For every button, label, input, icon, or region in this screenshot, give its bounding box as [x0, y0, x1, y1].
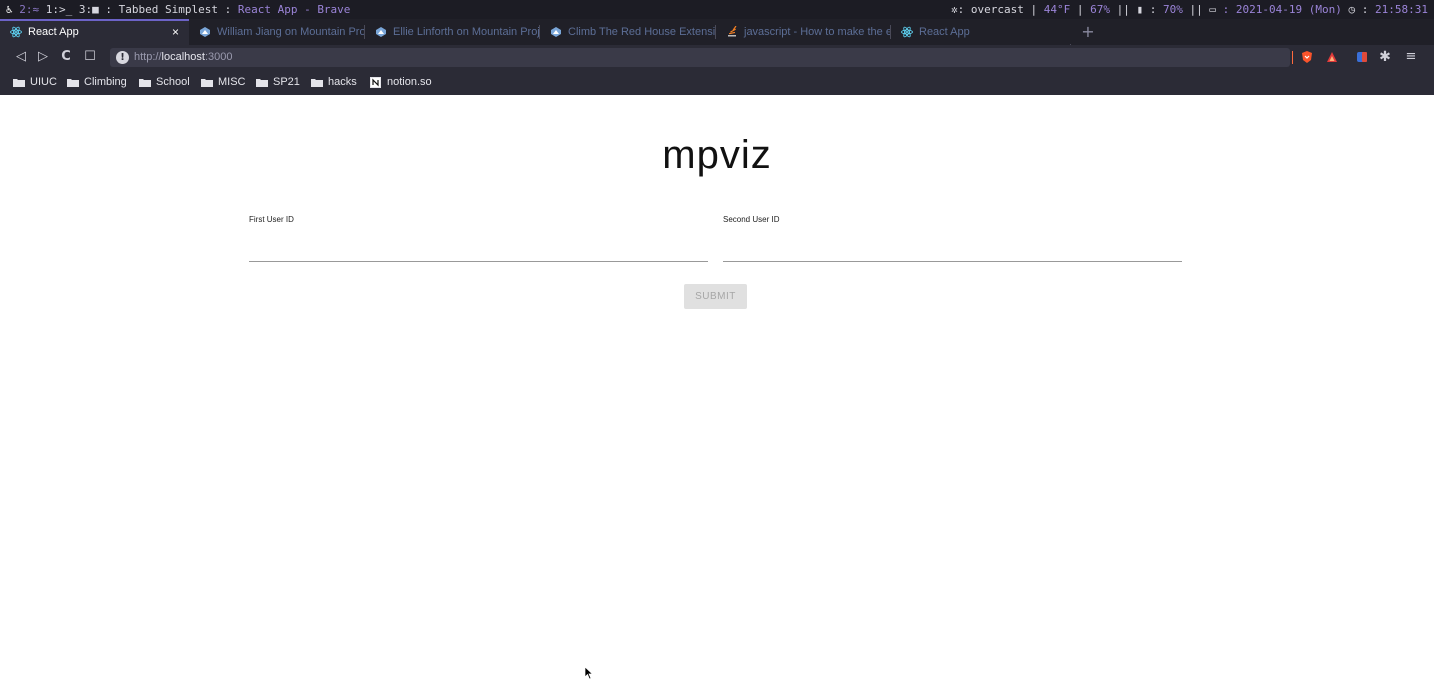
page-title: mpviz: [662, 133, 772, 177]
tab-label: React App: [919, 26, 970, 38]
tab-javascript-so[interactable]: javascript - How to make the e: [716, 19, 891, 45]
tab-label: Ellie Linforth on Mountain Projec: [393, 26, 540, 38]
tab-william-jiang[interactable]: William Jiang on Mountain Proje: [189, 19, 365, 45]
tab-label: javascript - How to make the e: [744, 26, 891, 38]
forward-button[interactable]: ▷: [34, 48, 52, 66]
new-tab-button[interactable]: +: [1078, 19, 1098, 45]
bookmark-climbing[interactable]: Climbing: [67, 70, 127, 95]
bookmark-notion[interactable]: notion.so: [370, 70, 432, 95]
workspace-logo[interactable]: ♿: [6, 3, 13, 16]
bookmark-school[interactable]: School: [139, 70, 190, 95]
browser-toolbar: ◁ ▷ C ☐ ! http://localhost:3000 ✱ ≡: [0, 45, 1434, 70]
tab-climb-red-house[interactable]: Climb The Red House Extension: [540, 19, 716, 45]
tab-label: React App: [28, 26, 79, 38]
bookmark-sp21[interactable]: SP21: [256, 70, 300, 95]
first-user-id-label: First User ID: [249, 215, 294, 224]
time: 21:58:31: [1375, 3, 1428, 16]
mountain-project-icon: [376, 27, 386, 37]
terminal-icon: ■: [92, 3, 99, 16]
battery-icon: ▮: [1136, 3, 1144, 16]
window-title: React App - Brave: [237, 3, 351, 16]
tab-label: William Jiang on Mountain Proje: [217, 26, 365, 38]
time-label: :: [1361, 3, 1369, 16]
react-icon: [901, 26, 913, 38]
bookmark-uiuc[interactable]: UIUC: [13, 70, 57, 95]
folder-icon: [67, 79, 79, 87]
tab-react-app[interactable]: React App ×: [0, 19, 189, 45]
url-text[interactable]: http://localhost:3000: [134, 48, 232, 67]
folder-icon: [13, 79, 25, 87]
web-page: mpviz First User ID Second User ID SUBMI…: [0, 95, 1434, 681]
mouse-cursor-icon: [584, 666, 594, 680]
tab-strip: React App × William Jiang on Mountain Pr…: [0, 19, 1434, 58]
folder-icon: [256, 79, 268, 87]
wifi-icon: ≈: [32, 3, 40, 16]
first-user-id-input[interactable]: [249, 235, 708, 262]
folder-icon: [311, 79, 323, 87]
brave-rewards-icon[interactable]: [1325, 50, 1339, 64]
workspace-3[interactable]: 3:: [79, 3, 92, 16]
submit-button[interactable]: SUBMIT: [684, 284, 747, 309]
calendar-icon: ▭: [1209, 3, 1217, 16]
tab-ellie-linforth[interactable]: Ellie Linforth on Mountain Projec: [365, 19, 540, 45]
second-user-id-label: Second User ID: [723, 215, 780, 224]
stackoverflow-icon: [728, 26, 737, 37]
first-user-id-field: First User ID: [249, 215, 708, 262]
day: (Mon): [1308, 3, 1342, 16]
back-button[interactable]: ◁: [12, 48, 30, 66]
react-icon: [10, 26, 22, 38]
layout-indicator: : Tabbed Simplest :: [105, 3, 232, 16]
workspace-1[interactable]: 1:>_: [46, 3, 73, 16]
tab-label: Climb The Red House Extension: [568, 26, 716, 38]
folder-icon: [201, 79, 213, 87]
workspace-2[interactable]: 2:: [19, 3, 32, 16]
weather-icon: ✲: [951, 3, 958, 16]
battery-label: :: [1149, 3, 1157, 16]
address-bar[interactable]: ! http://localhost:3000: [110, 48, 1290, 67]
close-tab-icon[interactable]: ×: [172, 21, 179, 43]
second-user-id-field: Second User ID: [723, 215, 1182, 262]
date: : 2021-04-19: [1222, 3, 1303, 16]
bookmark-hacks[interactable]: hacks: [311, 70, 357, 95]
reload-button[interactable]: C: [57, 48, 75, 66]
clock-icon: ◷: [1348, 3, 1356, 16]
bookmark-button[interactable]: ☐: [81, 48, 99, 66]
mountain-project-icon: [551, 27, 561, 37]
notion-icon: [370, 77, 381, 88]
battery-level: 70%: [1163, 3, 1183, 16]
system-status-bar: ♿ 2:≈ 1:>_ 3:■ : Tabbed Simplest : React…: [0, 0, 1434, 19]
humidity: 67%: [1090, 3, 1111, 16]
folder-icon: [139, 79, 151, 87]
second-user-id-input[interactable]: [723, 235, 1182, 262]
temperature: 44°F: [1043, 3, 1071, 16]
brave-shields-icon[interactable]: [1300, 50, 1314, 64]
bookmarks-bar: UIUC Climbing School MISC SP21 hacks not…: [0, 70, 1434, 95]
extension-icon[interactable]: [1355, 50, 1369, 64]
extensions-puzzle-icon[interactable]: ✱: [1376, 48, 1394, 66]
bookmark-misc[interactable]: MISC: [201, 70, 246, 95]
tab-react-app-2[interactable]: React App: [891, 19, 1070, 45]
menu-button[interactable]: ≡: [1402, 48, 1420, 66]
insecure-warning-icon[interactable]: !: [116, 51, 129, 64]
weather-status: : overcast: [957, 3, 1024, 16]
mountain-project-icon: [200, 27, 210, 37]
